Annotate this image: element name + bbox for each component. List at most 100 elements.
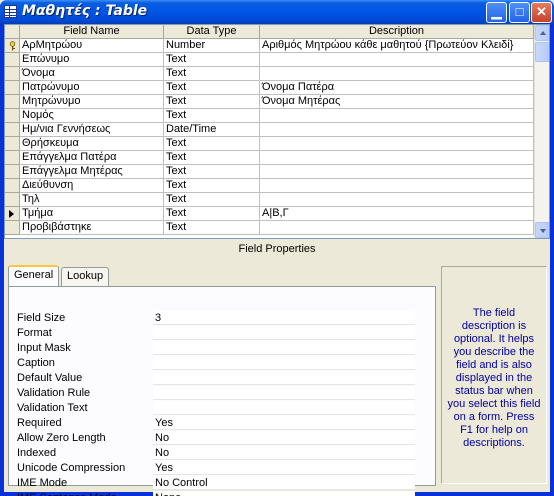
field-name-cell[interactable]: Μητρώνυμο	[20, 95, 164, 109]
property-value-field[interactable]	[153, 386, 415, 400]
table-row[interactable]: Επάγγελμα Πατέρα Text	[5, 151, 534, 165]
select-all-header[interactable]	[5, 25, 20, 39]
data-type-cell[interactable]: Text	[164, 207, 260, 221]
table-row[interactable]: Τηλ Text	[5, 193, 534, 207]
data-type-cell[interactable]: Text	[164, 109, 260, 123]
table-row[interactable]: Επώνυμο Text	[5, 53, 534, 67]
row-selector[interactable]	[5, 39, 20, 53]
field-name-cell[interactable]: Νομός	[20, 109, 164, 123]
data-type-cell[interactable]: Text	[164, 53, 260, 67]
tab-general[interactable]: General	[8, 265, 60, 286]
description-cell[interactable]	[260, 221, 534, 235]
field-name-cell[interactable]: Επάγγελμα Μητέρας	[20, 165, 164, 179]
property-value-field[interactable]	[153, 326, 415, 340]
column-header-field-name[interactable]: Field Name	[20, 25, 164, 39]
data-type-cell[interactable]: Text	[164, 193, 260, 207]
minimize-button[interactable]: ▁	[486, 2, 507, 23]
description-cell[interactable]	[260, 151, 534, 165]
description-cell[interactable]	[260, 179, 534, 193]
row-selector[interactable]	[5, 95, 20, 109]
description-cell[interactable]	[260, 193, 534, 207]
column-header-description[interactable]: Description	[260, 25, 534, 39]
property-value-field[interactable]: 3	[153, 311, 415, 325]
description-cell[interactable]	[260, 53, 534, 67]
property-value-field[interactable]	[153, 371, 415, 385]
field-name-cell[interactable]: ΑρΜητρώου	[20, 39, 164, 53]
property-value-field[interactable]: Yes	[153, 416, 415, 430]
property-value-field[interactable]	[153, 341, 415, 355]
close-button[interactable]: ✕	[531, 2, 552, 23]
description-cell[interactable]: Όνομα Πατέρα	[260, 81, 534, 95]
row-selector[interactable]	[5, 123, 20, 137]
tab-lookup[interactable]: Lookup	[61, 267, 110, 286]
scroll-down-button[interactable]	[535, 222, 549, 238]
table-row[interactable]: Προβιβάστηκε Text	[5, 221, 534, 235]
data-type-cell[interactable]: Text	[164, 95, 260, 109]
row-selector[interactable]	[5, 221, 20, 235]
field-name-cell[interactable]: Τηλ	[20, 193, 164, 207]
data-type-cell[interactable]: Text	[164, 221, 260, 235]
property-row: IME Mode No Control	[17, 476, 417, 491]
field-name-cell[interactable]: Ημ/νια Γεννήσεως	[20, 123, 164, 137]
title-bar[interactable]: Μαθητές : Table ▁ □ ✕	[0, 0, 554, 24]
table-row[interactable]: Μητρώνυμο Text Όνομα Μητέρας	[5, 95, 534, 109]
property-value-field[interactable]: Yes	[153, 461, 415, 475]
table-row[interactable]: Όνομα Text	[5, 67, 534, 81]
table-row[interactable]: Θρήσκευμα Text	[5, 137, 534, 151]
field-name-cell[interactable]: Θρήσκευμα	[20, 137, 164, 151]
table-row[interactable]: Επάγγελμα Μητέρας Text	[5, 165, 534, 179]
data-type-cell[interactable]: Text	[164, 137, 260, 151]
vertical-scrollbar[interactable]	[534, 25, 549, 238]
table-row[interactable]: Ημ/νια Γεννήσεως Date/Time	[5, 123, 534, 137]
row-selector[interactable]	[5, 67, 20, 81]
table-row[interactable]: Πατρώνυμο Text Όνομα Πατέρα	[5, 81, 534, 95]
description-cell[interactable]	[260, 109, 534, 123]
data-type-cell[interactable]: Text	[164, 179, 260, 193]
description-cell[interactable]	[260, 137, 534, 151]
table-row[interactable]: Νομός Text	[5, 109, 534, 123]
data-type-cell[interactable]: Text	[164, 81, 260, 95]
data-type-cell[interactable]: Date/Time	[164, 123, 260, 137]
row-selector[interactable]	[5, 109, 20, 123]
field-name-cell[interactable]: Επάγγελμα Πατέρα	[20, 151, 164, 165]
current-row-arrow-icon	[9, 210, 14, 218]
row-selector[interactable]	[5, 137, 20, 151]
field-name-cell[interactable]: Επώνυμο	[20, 53, 164, 67]
row-selector[interactable]	[5, 165, 20, 179]
field-name-cell[interactable]: Πατρώνυμο	[20, 81, 164, 95]
column-header-data-type[interactable]: Data Type	[164, 25, 260, 39]
property-value-field[interactable]	[153, 401, 415, 415]
property-value-field[interactable]	[153, 356, 415, 370]
data-type-cell[interactable]: Number	[164, 39, 260, 53]
property-value-field[interactable]: No	[153, 446, 415, 460]
description-cell[interactable]: Αριθμός Μητρώου κάθε μαθητού {Πρωτεύον Κ…	[260, 39, 534, 53]
row-selector[interactable]	[5, 81, 20, 95]
description-cell[interactable]	[260, 123, 534, 137]
property-value-field[interactable]: No Control	[153, 476, 415, 490]
row-selector[interactable]	[5, 151, 20, 165]
property-value-field[interactable]: No	[153, 431, 415, 445]
field-name-cell[interactable]: Τμήμα	[20, 207, 164, 221]
data-type-cell[interactable]: Text	[164, 151, 260, 165]
property-value-field[interactable]: None	[153, 491, 415, 496]
scroll-up-button[interactable]	[535, 25, 549, 41]
maximize-button[interactable]: □	[509, 2, 530, 23]
table-row[interactable]: ΑρΜητρώου Number Αριθμός Μητρώου κάθε μαθη…	[5, 39, 534, 53]
table-row[interactable]: Τμήμα Text Α|Β,Γ	[5, 207, 534, 221]
row-selector[interactable]	[5, 53, 20, 67]
table-row[interactable]: Διεύθυνση Text	[5, 179, 534, 193]
row-selector[interactable]	[5, 179, 20, 193]
row-selector[interactable]	[5, 207, 20, 221]
scroll-thumb[interactable]	[535, 42, 549, 62]
field-name-cell[interactable]: Όνομα	[20, 67, 164, 81]
field-name-cell[interactable]: Διεύθυνση	[20, 179, 164, 193]
description-cell[interactable]	[260, 165, 534, 179]
description-cell[interactable]	[260, 67, 534, 81]
field-name-cell[interactable]: Προβιβάστηκε	[20, 221, 164, 235]
data-type-cell[interactable]: Text	[164, 165, 260, 179]
description-cell[interactable]: Α|Β,Γ	[260, 207, 534, 221]
data-type-cell[interactable]: Text	[164, 67, 260, 81]
row-selector[interactable]	[5, 193, 20, 207]
property-label: Format	[17, 327, 52, 339]
description-cell[interactable]: Όνομα Μητέρας	[260, 95, 534, 109]
